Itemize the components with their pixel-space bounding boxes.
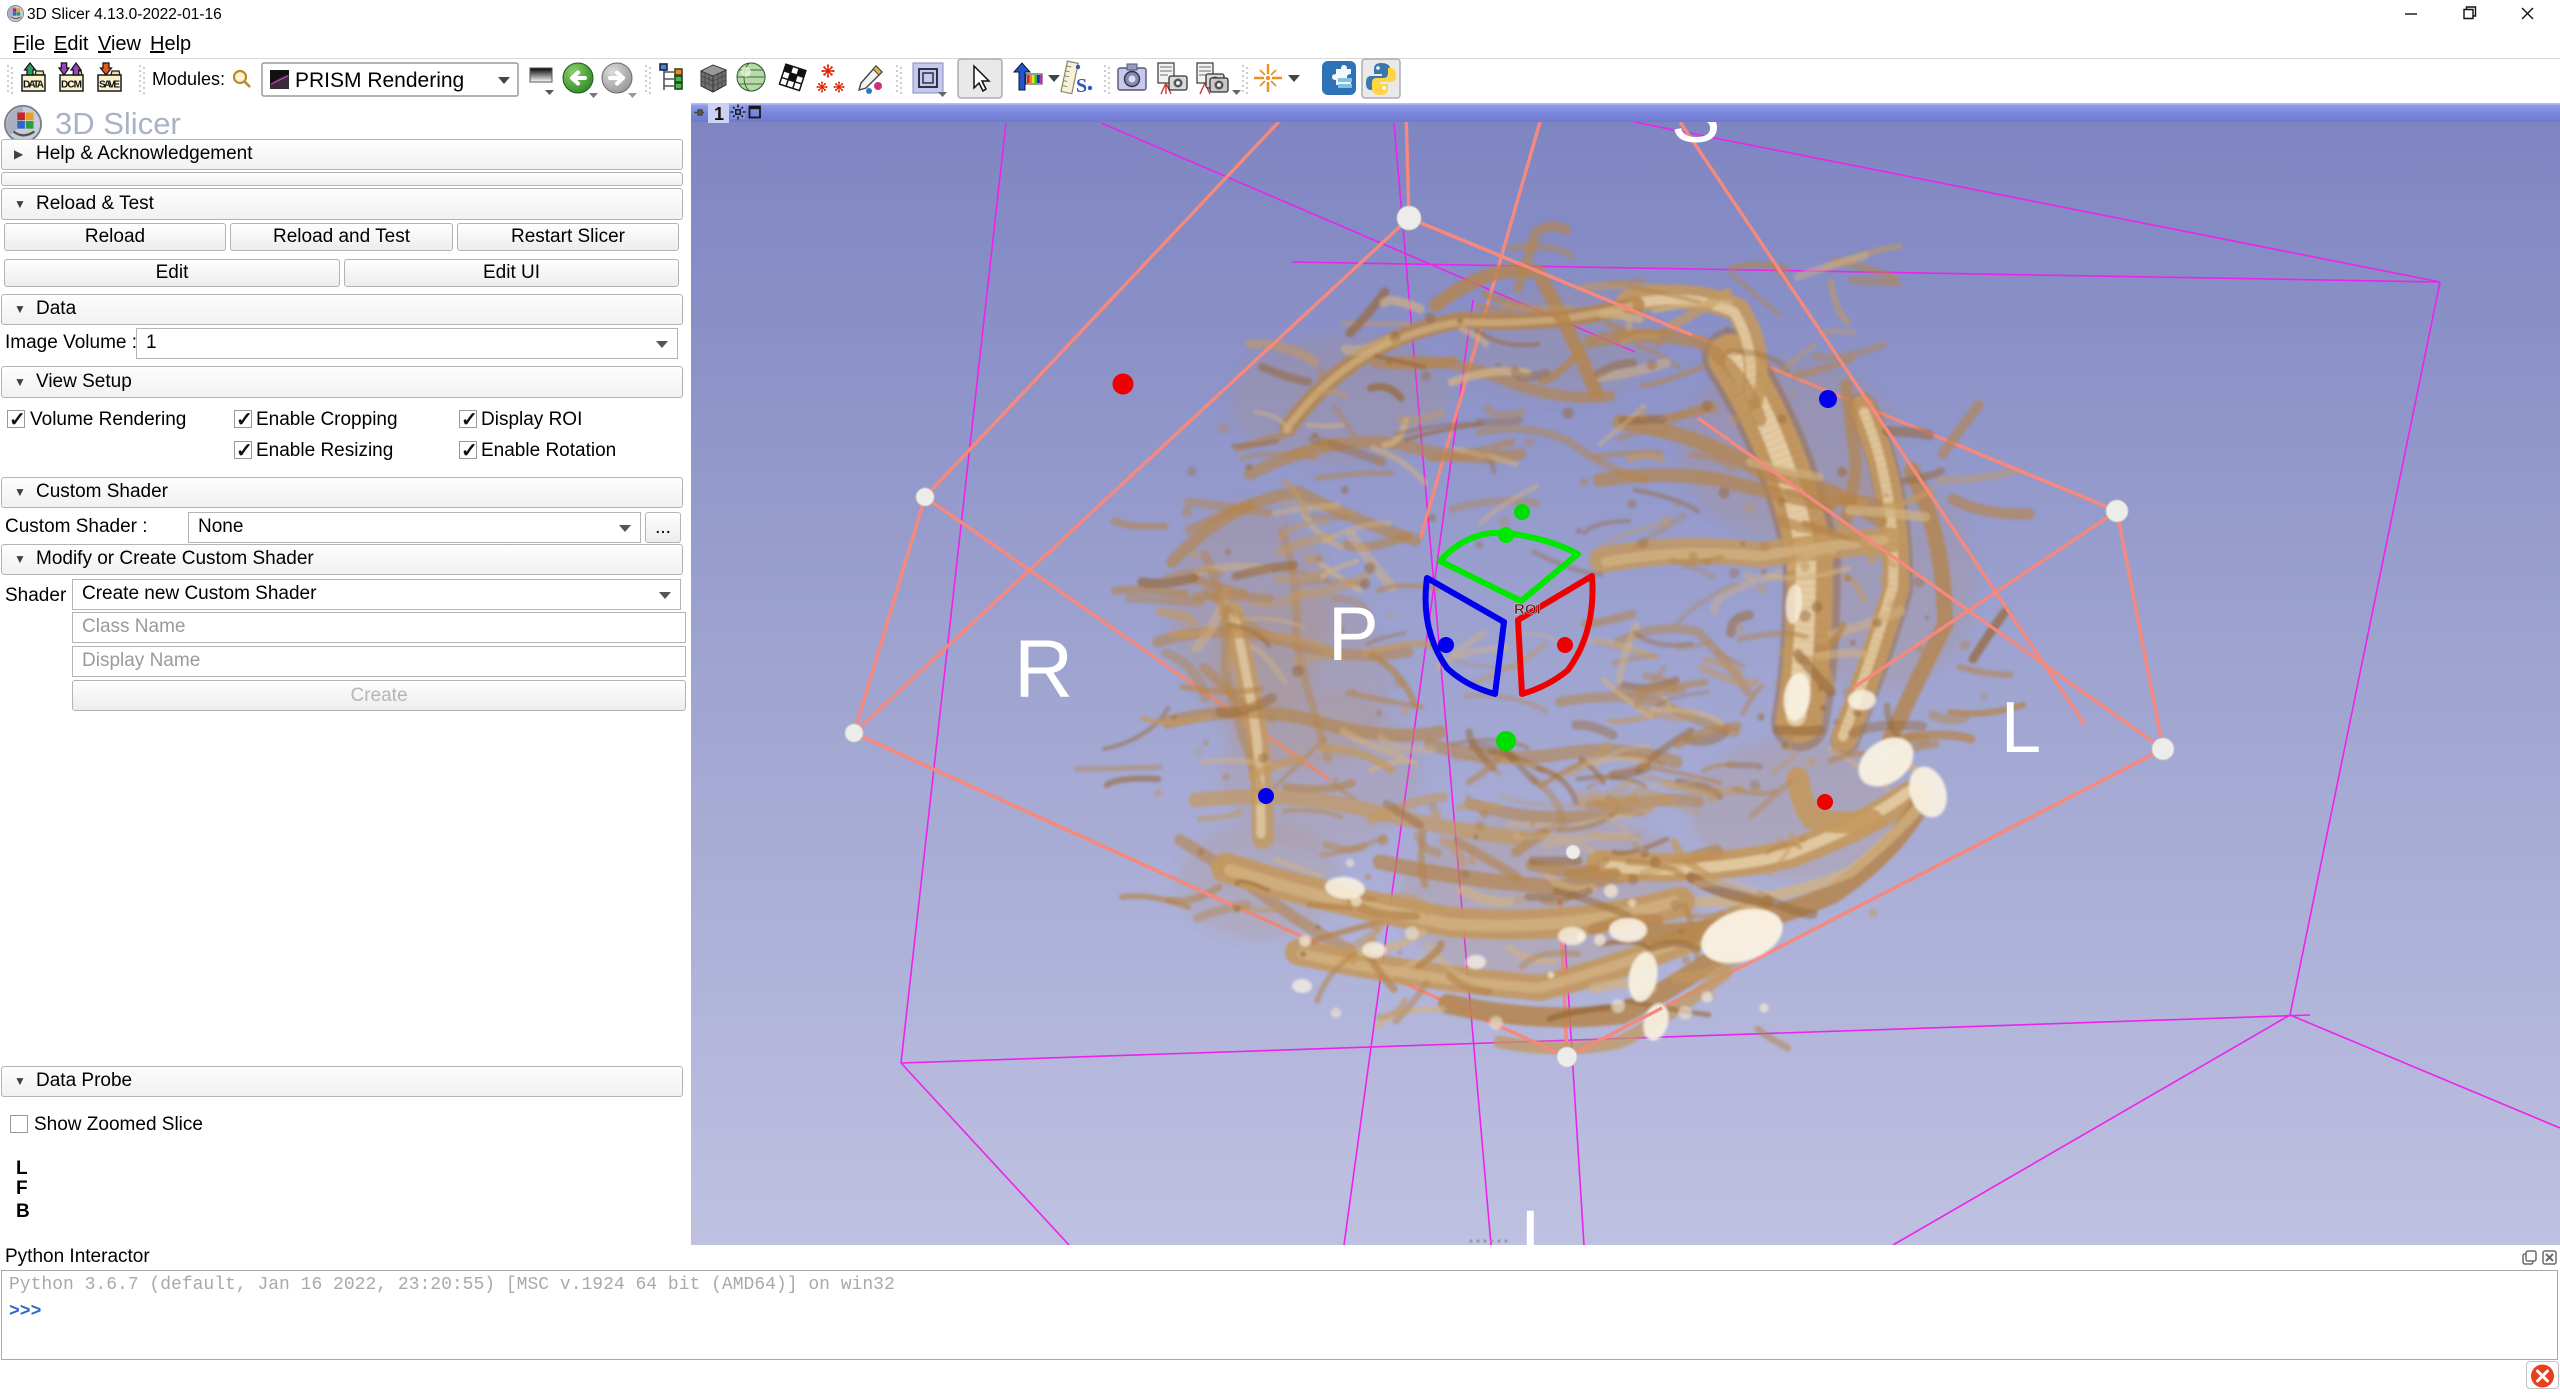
svg-text:L: L: [2001, 688, 2041, 768]
svg-text:S: S: [1076, 75, 1087, 97]
svg-text:1: 1: [714, 104, 724, 124]
svg-text:I: I: [1520, 1195, 1541, 1245]
svg-text:DATA: DATA: [23, 80, 44, 91]
svg-text:SAVE: SAVE: [99, 80, 120, 91]
svg-text:P: P: [1328, 592, 1379, 677]
svg-text:ROI: ROI: [1514, 601, 1541, 618]
svg-text:R: R: [1014, 624, 1073, 715]
svg-text:DCM: DCM: [61, 80, 82, 91]
svg-text:Modules:: Modules:: [152, 69, 225, 89]
svg-text:PRISM Rendering: PRISM Rendering: [295, 69, 464, 92]
